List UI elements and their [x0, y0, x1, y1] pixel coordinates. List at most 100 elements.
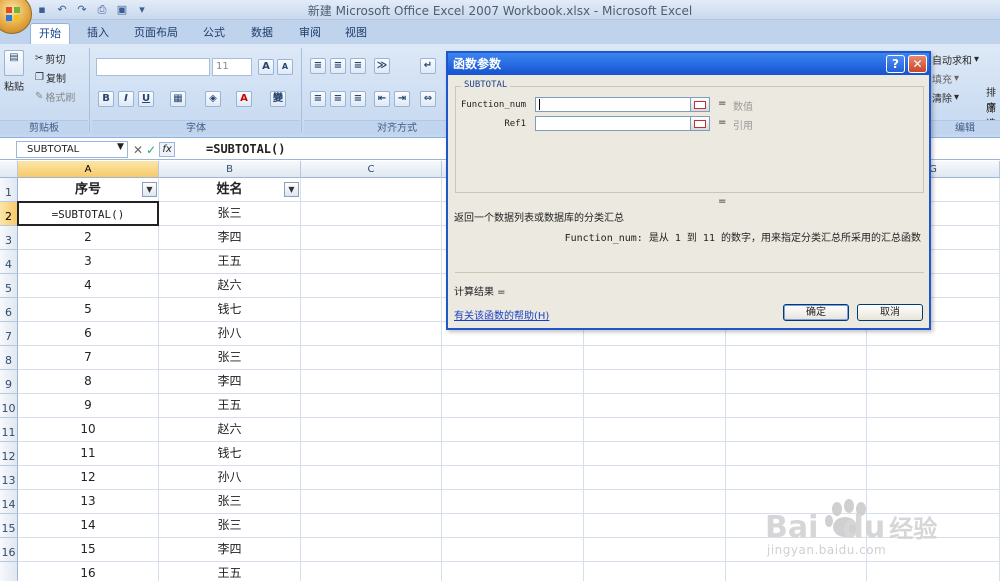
cell[interactable]	[442, 346, 584, 370]
row-header[interactable]	[0, 562, 18, 581]
cell[interactable]	[301, 466, 442, 490]
align-left-icon[interactable]: ≡	[310, 91, 326, 107]
row-header[interactable]: 5	[0, 274, 18, 298]
insert-function-icon[interactable]: fx	[159, 142, 176, 157]
align-bottom-icon[interactable]: ≡	[350, 58, 366, 74]
row-header[interactable]: 6	[0, 298, 18, 322]
cell[interactable]	[726, 394, 867, 418]
cell-number[interactable]: 13	[18, 490, 159, 514]
cell[interactable]	[301, 298, 442, 322]
cell-name[interactable]: 王五	[159, 562, 301, 581]
cell-number[interactable]: 11	[18, 442, 159, 466]
function-num-input[interactable]	[535, 97, 710, 112]
cell[interactable]	[726, 346, 867, 370]
ref1-input[interactable]	[535, 116, 710, 131]
cell[interactable]	[301, 346, 442, 370]
merge-center-icon[interactable]: ⇔	[420, 91, 436, 107]
column-header-c[interactable]: C	[301, 161, 442, 178]
increase-indent-icon[interactable]: ⇥	[394, 91, 410, 107]
close-icon[interactable]: ✕	[908, 55, 927, 73]
cell[interactable]	[442, 490, 584, 514]
wrap-text-icon[interactable]: ↵	[420, 58, 436, 74]
row-header[interactable]: 12	[0, 442, 18, 466]
column-header-a[interactable]: A	[18, 161, 159, 178]
cell[interactable]	[726, 418, 867, 442]
cell[interactable]	[867, 442, 1000, 466]
cell-name[interactable]: 孙八	[159, 322, 301, 346]
autosum-button[interactable]: 自动求和 ▾	[932, 52, 979, 67]
filter-dropdown-button[interactable]: ▼	[284, 182, 299, 197]
cell[interactable]	[301, 226, 442, 250]
tab-data[interactable]: 数据	[242, 23, 282, 44]
tab-review[interactable]: 审阅	[290, 23, 330, 44]
font-color-icon[interactable]: A	[236, 91, 252, 107]
format-painter-button[interactable]: ✎ 格式刷	[35, 89, 75, 104]
cell-name[interactable]: 张三	[159, 514, 301, 538]
cell[interactable]	[301, 538, 442, 562]
cell[interactable]	[442, 514, 584, 538]
cell[interactable]	[584, 490, 726, 514]
row-header[interactable]: 4	[0, 250, 18, 274]
active-cell[interactable]: =SUBTOTAL()	[17, 201, 159, 226]
cell[interactable]	[726, 466, 867, 490]
shrink-font-icon[interactable]: A	[277, 59, 293, 75]
cell[interactable]	[301, 442, 442, 466]
cell[interactable]	[584, 418, 726, 442]
align-top-icon[interactable]: ≡	[310, 58, 326, 74]
cell[interactable]	[726, 442, 867, 466]
cut-button[interactable]: ✂ 剪切	[35, 51, 65, 66]
cell[interactable]	[584, 466, 726, 490]
grow-font-icon[interactable]: A	[258, 59, 274, 75]
customize-qat-icon[interactable]: ▾	[134, 2, 150, 17]
cancel-button[interactable]: 取消	[857, 304, 923, 321]
cell[interactable]	[301, 370, 442, 394]
cell-name[interactable]: 钱七	[159, 442, 301, 466]
cell[interactable]	[584, 370, 726, 394]
cell[interactable]	[301, 322, 442, 346]
undo-icon[interactable]: ↶	[54, 2, 70, 17]
row-header[interactable]: 13	[0, 466, 18, 490]
cell[interactable]	[584, 538, 726, 562]
borders-icon[interactable]: ▦	[170, 91, 186, 107]
cell[interactable]	[584, 394, 726, 418]
cell-name[interactable]: 李四	[159, 538, 301, 562]
tab-insert[interactable]: 插入	[78, 23, 118, 44]
italic-icon[interactable]: I	[118, 91, 134, 107]
cell-name[interactable]: 钱七	[159, 298, 301, 322]
cell-number[interactable]: 14	[18, 514, 159, 538]
cell[interactable]	[301, 562, 442, 581]
cell-name[interactable]: 孙八	[159, 466, 301, 490]
column-header-b[interactable]: B	[159, 161, 301, 178]
copy-button[interactable]: ❐ 复制	[35, 70, 66, 85]
cell[interactable]	[442, 466, 584, 490]
cancel-formula-icon[interactable]: ✕	[133, 143, 143, 157]
name-box-dropdown-icon[interactable]: ▼	[117, 142, 124, 152]
function-help-link[interactable]: 有关该函数的帮助(H)	[454, 307, 549, 322]
cell[interactable]	[442, 394, 584, 418]
fill-color-icon[interactable]: ◈	[205, 91, 221, 107]
filter-dropdown-button[interactable]: ▼	[142, 182, 157, 197]
cell-number[interactable]: 6	[18, 322, 159, 346]
cell-name[interactable]: 张三	[159, 346, 301, 370]
cell[interactable]	[726, 370, 867, 394]
print-icon[interactable]: ⎙	[94, 2, 110, 17]
help-icon[interactable]: ?	[886, 55, 905, 73]
cell[interactable]	[301, 178, 442, 202]
cell[interactable]	[301, 394, 442, 418]
print-preview-icon[interactable]: ▣	[114, 2, 130, 17]
row-header[interactable]: 3	[0, 226, 18, 250]
cell-name[interactable]: 李四	[159, 370, 301, 394]
cell[interactable]	[442, 442, 584, 466]
cell-name[interactable]: 张三	[159, 202, 301, 226]
font-size-select[interactable]: 11	[212, 58, 252, 76]
phonetic-icon[interactable]: 變	[270, 91, 286, 107]
help-link-text[interactable]: 有关该函数的帮助(H)	[454, 311, 549, 322]
cell[interactable]	[867, 346, 1000, 370]
confirm-formula-icon[interactable]: ✓	[146, 143, 156, 157]
cell-number[interactable]: 16	[18, 562, 159, 581]
cell[interactable]	[301, 490, 442, 514]
cell[interactable]	[301, 418, 442, 442]
row-header[interactable]: 15	[0, 514, 18, 538]
row-header[interactable]: 1	[0, 178, 18, 202]
cell[interactable]	[584, 514, 726, 538]
